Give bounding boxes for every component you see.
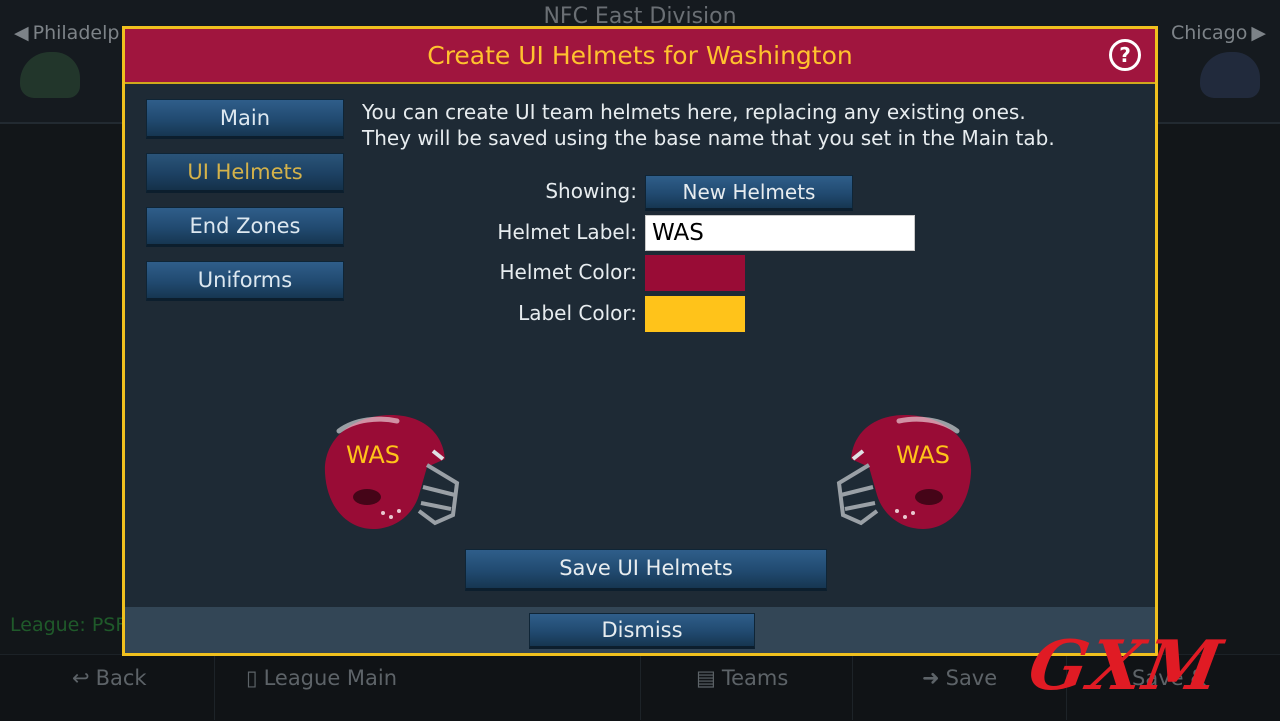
- league-main-label: League Main: [263, 666, 398, 690]
- tab-ui-helmets[interactable]: UI Helmets: [146, 153, 344, 193]
- helmet-label-label: Helmet Label:: [497, 220, 637, 244]
- save-bottom-button[interactable]: ➜ Save: [922, 666, 997, 690]
- next-team-link[interactable]: Chicago ▶: [1171, 22, 1266, 44]
- intro-line: They will be saved using the base name t…: [362, 126, 1055, 150]
- helmet-label-text: WAS: [896, 441, 950, 469]
- teams-label: Teams: [721, 666, 789, 690]
- bottom-divider: [214, 656, 215, 720]
- dialog-header: Create UI Helmets for Washington ?: [125, 29, 1155, 84]
- tab-uniforms[interactable]: Uniforms: [146, 261, 344, 301]
- next-team-helmet-icon: [1200, 52, 1260, 98]
- label-color-label: Label Color:: [518, 301, 637, 325]
- helmet-label-input[interactable]: [645, 215, 915, 251]
- intro-text: You can create UI team helmets here, rep…: [362, 99, 1055, 151]
- gxm-watermark-logo: GXM: [1022, 626, 1230, 706]
- league-label: League: PSF: [10, 614, 127, 636]
- prev-team-label: Philadelp: [32, 22, 120, 44]
- helmet-label-text: WAS: [346, 441, 400, 469]
- question-circle-icon[interactable]: ?: [1109, 39, 1141, 71]
- arrow-right-icon: ▶: [1251, 22, 1266, 44]
- clipboard-icon: ▯: [246, 666, 258, 690]
- helmet-color-label: Helmet Color:: [499, 260, 638, 284]
- helmet-preview-right-icon: WAS: [836, 415, 972, 529]
- intro-line: You can create UI team helmets here, rep…: [362, 100, 1026, 124]
- arrow-right-icon: ➜: [922, 666, 940, 690]
- back-label: Back: [95, 666, 147, 690]
- dismiss-button[interactable]: Dismiss: [529, 613, 755, 649]
- teams-button[interactable]: ▤ Teams: [696, 666, 788, 690]
- helmet-color-swatch[interactable]: [645, 255, 745, 291]
- bottom-divider: [640, 656, 641, 720]
- prev-team-link[interactable]: ◀ Philadelp: [14, 22, 119, 44]
- arrow-left-icon: ◀: [14, 22, 29, 44]
- save-ui-helmets-button[interactable]: Save UI Helmets: [465, 549, 827, 591]
- showing-toggle-button[interactable]: New Helmets: [645, 175, 853, 211]
- tab-main[interactable]: Main: [146, 99, 344, 139]
- next-team-label: Chicago: [1171, 22, 1248, 44]
- dialog-title: Create UI Helmets for Washington: [427, 41, 853, 70]
- tab-end-zones[interactable]: End Zones: [146, 207, 344, 247]
- league-main-button[interactable]: ▯ League Main: [246, 666, 397, 690]
- save-label: Save: [945, 666, 998, 690]
- bus-icon: ▤: [696, 666, 716, 690]
- label-color-swatch[interactable]: [645, 296, 745, 332]
- prev-team-helmet-icon: [20, 52, 80, 98]
- bottom-divider: [852, 656, 853, 720]
- create-helmets-dialog: Create UI Helmets for Washington ? Main …: [122, 26, 1158, 656]
- helmet-preview-left-icon: WAS: [324, 415, 460, 529]
- showing-label: Showing:: [545, 179, 637, 203]
- back-arrow-icon: ↩: [72, 666, 90, 690]
- back-button[interactable]: ↩ Back: [72, 666, 147, 690]
